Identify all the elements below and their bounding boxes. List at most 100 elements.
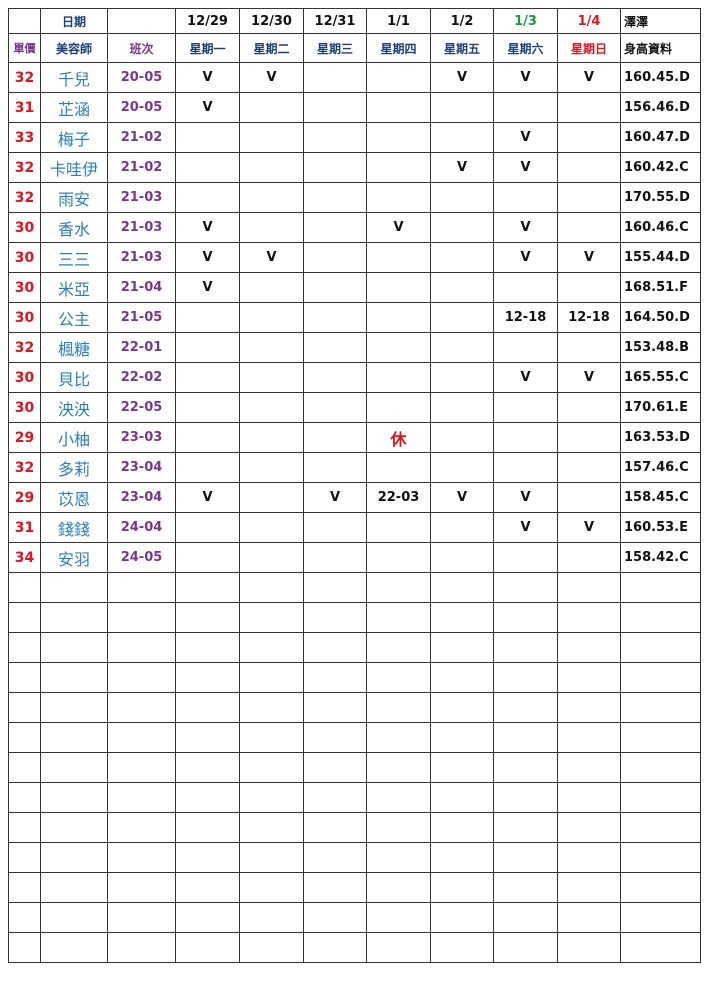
- shift-cell: 21-04: [107, 272, 176, 303]
- empty-cell: [620, 752, 701, 783]
- schedule-cell: [239, 422, 304, 453]
- empty-cell: [175, 632, 240, 663]
- empty-cell: [8, 932, 41, 963]
- schedule-cell: [366, 182, 431, 213]
- table-row: 32 楓糖 22-01 153.48.B: [8, 332, 701, 363]
- price-cell: 29: [8, 482, 41, 513]
- empty-cell: [107, 692, 176, 723]
- empty-cell: [493, 932, 558, 963]
- schedule-cell: [175, 302, 240, 333]
- schedule-cell: [430, 452, 494, 483]
- weekday-cell: 星期五: [430, 33, 494, 63]
- weekday-cell: 星期三: [303, 33, 367, 63]
- shift-cell: 23-04: [107, 452, 176, 483]
- schedule-cell: [303, 452, 367, 483]
- empty-cell: [493, 722, 558, 753]
- schedule-cell: [366, 152, 431, 183]
- height-cell: 158.45.C: [620, 482, 701, 513]
- schedule-cell: [430, 542, 494, 573]
- empty-cell: [175, 872, 240, 903]
- height-cell: 168.51.F: [620, 272, 701, 303]
- schedule-cell: [430, 182, 494, 213]
- table-row: 29 苡恩 23-04 V V 22-03 V V 158.45.C: [8, 482, 701, 513]
- price-cell: 32: [8, 332, 41, 363]
- shift-cell: 22-01: [107, 332, 176, 363]
- empty-cell: [303, 722, 367, 753]
- schedule-cell: [493, 182, 558, 213]
- empty-cell: [239, 662, 304, 693]
- empty-cell: [366, 872, 431, 903]
- schedule-cell: V: [557, 362, 621, 393]
- schedule-cell: [366, 92, 431, 123]
- schedule-cell: [557, 422, 621, 453]
- empty-cell: [239, 692, 304, 723]
- table-row: 32 雨安 21-03 170.55.D: [8, 182, 701, 213]
- empty-cell: [107, 752, 176, 783]
- price-cell: 30: [8, 272, 41, 303]
- schedule-cell: V: [175, 62, 240, 93]
- table-row: 34 安羽 24-05 158.42.C: [8, 542, 701, 573]
- empty-cell: [8, 902, 41, 933]
- empty-cell: [107, 872, 176, 903]
- empty-cell: [107, 902, 176, 933]
- name-cell: 米亞: [40, 272, 108, 303]
- empty-cell: [40, 782, 108, 813]
- corner-blank-cell: [8, 8, 41, 34]
- shift-cell: 21-05: [107, 302, 176, 333]
- empty-cell: [557, 812, 621, 843]
- empty-cell: [430, 812, 494, 843]
- empty-cell: [430, 842, 494, 873]
- empty-row: [8, 872, 701, 903]
- schedule-cell: [239, 152, 304, 183]
- schedule-cell: [430, 302, 494, 333]
- empty-cell: [239, 752, 304, 783]
- schedule-cell: [303, 92, 367, 123]
- schedule-cell: [303, 242, 367, 273]
- empty-cell: [303, 812, 367, 843]
- schedule-cell: [239, 332, 304, 363]
- name-cell: 泱泱: [40, 392, 108, 423]
- weekday-header-row: 單價 美容師 班次 星期一 星期二 星期三 星期四 星期五 星期六 星期日 身高…: [8, 33, 701, 63]
- schedule-cell: [303, 182, 367, 213]
- empty-cell: [107, 812, 176, 843]
- shift-cell: 21-03: [107, 212, 176, 243]
- schedule-cell: [366, 62, 431, 93]
- table-row: 32 千兒 20-05 V V V V V 160.45.D: [8, 62, 701, 93]
- schedule-cell: V: [493, 242, 558, 273]
- table-row: 31 錢錢 24-04 V V 160.53.E: [8, 512, 701, 543]
- price-cell: 33: [8, 122, 41, 153]
- date-header-row: 日期 12/29 12/30 12/31 1/1 1/2 1/3 1/4 澤澤: [8, 8, 701, 34]
- height-cell: 160.47.D: [620, 122, 701, 153]
- empty-cell: [620, 662, 701, 693]
- price-cell: 32: [8, 452, 41, 483]
- empty-cell: [239, 902, 304, 933]
- empty-cell: [430, 782, 494, 813]
- empty-cell: [620, 692, 701, 723]
- empty-cell: [493, 842, 558, 873]
- date-cell: 1/1: [366, 8, 431, 34]
- empty-row: [8, 662, 701, 693]
- empty-cell: [493, 902, 558, 933]
- empty-cell: [175, 572, 240, 603]
- empty-cell: [239, 842, 304, 873]
- table-row: 29 小柚 23-03 休 163.53.D: [8, 422, 701, 453]
- empty-cell: [366, 932, 431, 963]
- table-row: 32 卡哇伊 21-02 V V 160.42.C: [8, 152, 701, 183]
- empty-cell: [493, 782, 558, 813]
- schedule-cell: [303, 422, 367, 453]
- empty-cell: [303, 752, 367, 783]
- name-label: 美容師: [40, 33, 108, 63]
- empty-cell: [8, 752, 41, 783]
- empty-cell: [366, 842, 431, 873]
- empty-cell: [366, 692, 431, 723]
- date-cell: 12/31: [303, 8, 367, 34]
- empty-cell: [175, 692, 240, 723]
- empty-cell: [493, 752, 558, 783]
- table-row: 30 泱泱 22-05 170.61.E: [8, 392, 701, 423]
- shift-cell: 21-02: [107, 152, 176, 183]
- schedule-cell: [239, 542, 304, 573]
- empty-cell: [40, 932, 108, 963]
- empty-row: [8, 902, 701, 933]
- date-cell-saturday: 1/3: [493, 8, 558, 34]
- schedule-cell: [366, 512, 431, 543]
